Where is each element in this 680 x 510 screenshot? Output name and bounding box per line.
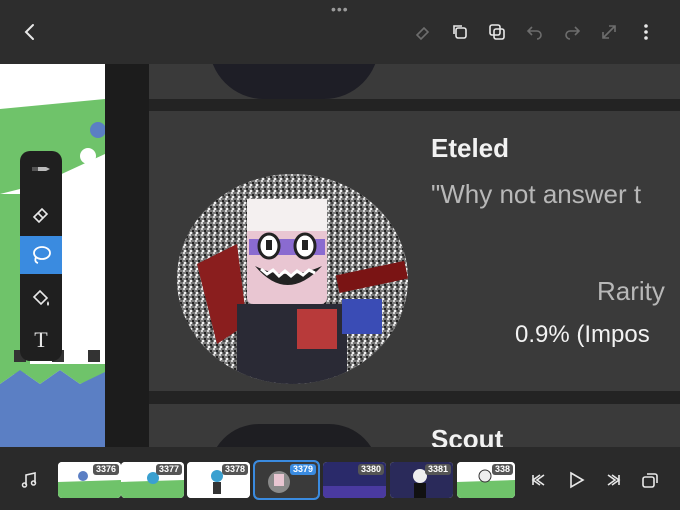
music-button[interactable] xyxy=(18,469,40,491)
rarity-label: Rarity xyxy=(597,276,665,306)
frame-timeline: 3376 3377 3378 3379 3380 3381 338 xyxy=(0,447,680,510)
duplicate-icon xyxy=(489,24,505,40)
chevron-left-icon xyxy=(24,24,34,40)
top-toolbar: ••• xyxy=(0,0,680,64)
tool-palette: T xyxy=(20,151,62,361)
timeline-frame[interactable]: 3381 xyxy=(390,462,453,498)
pen-tool[interactable] xyxy=(20,151,62,189)
timeline-frame[interactable]: 3378 xyxy=(187,462,250,498)
character-avatar xyxy=(177,174,408,384)
character-name: Eteled xyxy=(431,133,510,163)
timeline-frame-active[interactable]: 3379 xyxy=(253,460,320,500)
undo-icon xyxy=(526,26,542,40)
more-icon xyxy=(644,24,648,40)
rarity-value: 0.9% (Impos xyxy=(515,321,650,348)
eraser-icon xyxy=(32,207,49,224)
play-icon xyxy=(570,471,585,489)
redo-icon xyxy=(565,26,581,40)
drawing-canvas[interactable]: Eteled "Why not answer t Rarity 0.9% (Im… xyxy=(0,64,680,447)
lasso-tool[interactable] xyxy=(20,236,62,274)
timeline-frame[interactable]: 3380 xyxy=(323,462,386,498)
more-button[interactable] xyxy=(634,20,658,44)
duplicate-button[interactable] xyxy=(485,20,509,44)
music-icon xyxy=(21,472,37,488)
resize-icon xyxy=(602,25,616,39)
text-tool[interactable]: T xyxy=(20,321,62,359)
add-frame-icon xyxy=(642,473,658,488)
fill-tool[interactable] xyxy=(20,279,62,317)
copy-button[interactable] xyxy=(448,20,472,44)
timeline-frame[interactable]: 3377 xyxy=(121,462,184,498)
eraser-tool[interactable] xyxy=(20,195,62,233)
eraser-icon xyxy=(415,26,430,41)
timeline-frame[interactable]: 338 xyxy=(457,462,515,498)
grabber-handle[interactable]: ••• xyxy=(331,2,349,16)
skip-forward-icon xyxy=(607,474,621,486)
avatar-image xyxy=(177,174,408,384)
clear-button[interactable] xyxy=(411,20,435,44)
skip-back-icon xyxy=(531,474,545,486)
play-button[interactable] xyxy=(565,469,587,491)
skip-back-button[interactable] xyxy=(528,469,550,491)
character-card-top xyxy=(149,64,680,99)
back-button[interactable] xyxy=(18,20,42,44)
lasso-icon xyxy=(33,246,51,264)
paint-bucket-icon xyxy=(32,289,49,306)
redo-button[interactable] xyxy=(560,20,584,44)
pen-icon xyxy=(32,167,50,171)
resize-button[interactable] xyxy=(597,20,621,44)
canvas-divider xyxy=(105,64,149,447)
copy-layers-icon xyxy=(453,25,467,39)
character-quote: "Why not answer t xyxy=(431,179,642,209)
timeline-frame[interactable]: 3376 xyxy=(58,462,121,498)
add-frame-button[interactable] xyxy=(639,469,661,491)
text-icon: T xyxy=(34,327,48,352)
character-card-eteled: Eteled "Why not answer t Rarity 0.9% (Im… xyxy=(149,111,680,391)
skip-forward-button[interactable] xyxy=(602,469,624,491)
character-name-scout: Scout xyxy=(431,424,504,447)
undo-button[interactable] xyxy=(523,20,547,44)
character-card-scout: Scout xyxy=(149,404,680,447)
